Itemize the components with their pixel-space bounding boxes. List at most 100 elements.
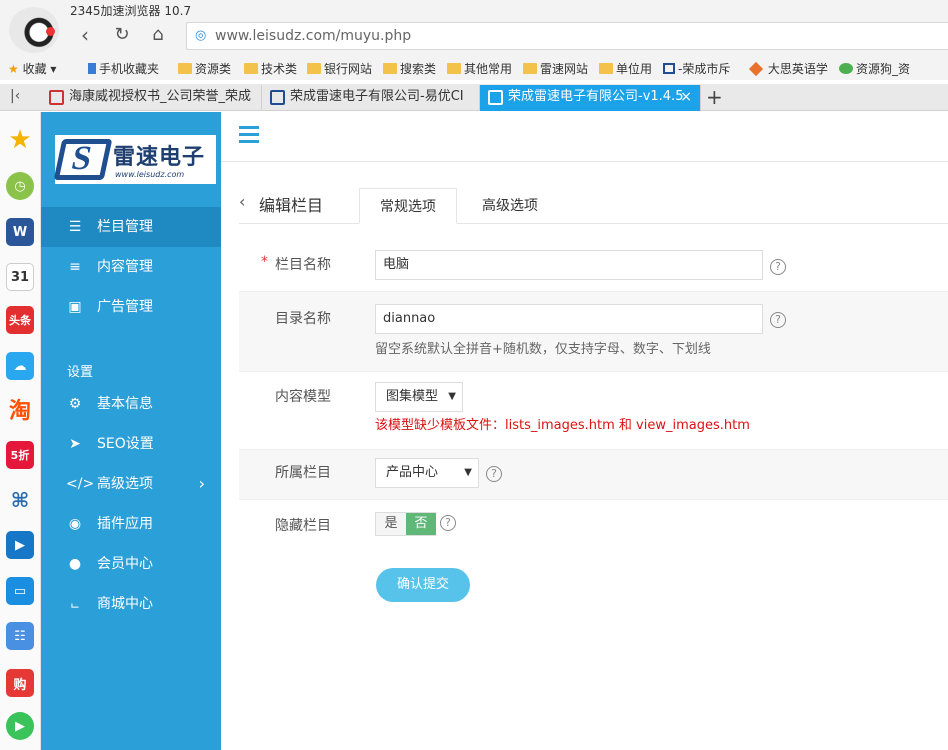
sidebar-item-content[interactable]: ≡ 内容管理: [41, 247, 221, 287]
toggle-no[interactable]: 否: [406, 513, 436, 535]
bookmark-folder[interactable]: 搜索类: [383, 60, 436, 77]
dog-icon: [839, 63, 853, 74]
mobile-icon: [88, 63, 96, 74]
sidebar-item-basic-info[interactable]: ⚙ 基本信息: [41, 384, 221, 424]
tab-active[interactable]: 荣成雷速电子有限公司-v1.4.5 ×: [480, 85, 701, 111]
bookmark-site[interactable]: -荣成市斥: [663, 60, 730, 77]
browser-logo-icon: [9, 7, 59, 53]
sidebar-item-seo[interactable]: ➤ SEO设置: [41, 424, 221, 464]
history-clock-icon[interactable]: ◷: [6, 172, 34, 200]
sidebar-item-shop[interactable]: ⨽ 商城中心: [41, 584, 221, 624]
star-icon: ★: [8, 62, 19, 76]
settings-section-label: 设置: [67, 365, 94, 380]
site-logo-icon: [663, 63, 675, 74]
video-icon[interactable]: ▶: [6, 531, 34, 559]
logo-mark-icon: [53, 139, 113, 180]
model-error-message: 该模型缺少模板文件：lists_images.htm 和 view_images…: [375, 418, 750, 433]
folder-icon: [523, 63, 537, 74]
weather-icon[interactable]: ☁: [6, 352, 34, 380]
help-icon[interactable]: ?: [770, 259, 786, 275]
column-name-input[interactable]: 电脑: [375, 250, 763, 280]
help-icon[interactable]: ?: [770, 312, 786, 328]
bookmark-folder[interactable]: 其他常用: [447, 60, 512, 77]
sitemap-icon: ☰: [68, 219, 82, 235]
directory-hint: 留空系统默认全拼音+随机数，仅支持字母、数字、下划线: [375, 342, 711, 357]
collapse-sidebar-icon[interactable]: |‹: [10, 88, 20, 104]
field-label: 内容模型: [275, 389, 331, 405]
help-icon[interactable]: ?: [440, 515, 456, 531]
sidebar-item-plugins[interactable]: ◉ 插件应用: [41, 504, 221, 544]
browser-titlebar: 2345加速浏览器 10.7 ‹ ↻ ⌂ ◎ www.leisudz.com/m…: [0, 0, 948, 56]
monitor-icon[interactable]: ▭: [6, 577, 34, 605]
tab-general[interactable]: 常规选项: [359, 188, 457, 224]
form-row-hidden: 隐藏栏目 是 否 ?: [239, 500, 948, 548]
form-row-model: 内容模型 图集模型 ▼ 该模型缺少模板文件：lists_images.htm 和…: [239, 372, 948, 450]
required-mark: *: [261, 254, 268, 270]
tab-favicon-icon: [49, 90, 64, 105]
menu-toggle-icon[interactable]: [239, 126, 259, 144]
site-logo[interactable]: 雷速电子 www.leisudz.com: [53, 135, 216, 184]
sidebar-item-advanced[interactable]: </> 高级选项 ›: [41, 464, 221, 504]
bookmark-folder[interactable]: 技术类: [244, 60, 297, 77]
paper-plane-icon: ➤: [69, 436, 81, 452]
content-model-select[interactable]: 图集模型 ▼: [375, 382, 463, 412]
dropdown-caret-icon: ▼: [464, 467, 472, 478]
tab-close-icon[interactable]: ×: [680, 85, 692, 109]
calculator-icon[interactable]: ☷: [6, 622, 34, 650]
field-label: 所属栏目: [275, 465, 331, 481]
bookmark-favorites[interactable]: ★ 收藏 ▾: [8, 60, 56, 77]
bookmark-folder[interactable]: 单位用: [599, 60, 652, 77]
back-chevron-icon[interactable]: ‹: [239, 192, 245, 211]
discount-icon[interactable]: 5折: [6, 441, 34, 469]
dropdown-caret-icon: ▼: [448, 391, 456, 402]
sidebar-item-columns[interactable]: ☰ 栏目管理: [41, 207, 221, 247]
back-button[interactable]: ‹: [74, 24, 96, 46]
bookmark-mobile[interactable]: 手机收藏夹: [88, 60, 159, 77]
address-bar[interactable]: ◎ www.leisudz.com/muyu.php: [186, 22, 948, 50]
list-icon: ≡: [69, 259, 81, 275]
tab-favicon-icon: [488, 90, 503, 105]
parent-column-select[interactable]: 产品中心 ▼: [375, 458, 479, 488]
toggle-yes[interactable]: 是: [376, 513, 406, 535]
tab-divider: [239, 223, 948, 224]
sidebar-item-members[interactable]: ● 会员中心: [41, 544, 221, 584]
help-icon[interactable]: ?: [486, 466, 502, 482]
tab-hikvision[interactable]: 海康威视授权书_公司荣誉_荣成: [41, 85, 262, 111]
folder-icon: [307, 63, 321, 74]
folder-icon: [447, 63, 461, 74]
favorites-star-icon[interactable]: ★: [6, 125, 34, 155]
folder-icon: [599, 63, 613, 74]
bookmark-folder[interactable]: 银行网站: [307, 60, 372, 77]
hidden-toggle[interactable]: 是 否: [375, 512, 436, 536]
image-icon: ▣: [68, 299, 82, 315]
taobao-icon[interactable]: 淘: [6, 395, 34, 424]
tab-eyoucms[interactable]: 荣成雷速电子有限公司-易优CI: [262, 85, 480, 111]
code-icon: </>: [66, 476, 95, 492]
folder-icon: [244, 63, 258, 74]
directory-name-input[interactable]: diannao: [375, 304, 763, 334]
bookmark-folder[interactable]: 雷速网站: [523, 60, 588, 77]
new-tab-button[interactable]: +: [706, 85, 723, 109]
gamepad-icon[interactable]: ⌘: [6, 486, 34, 514]
tab-strip: |‹ 海康威视授权书_公司荣誉_荣成 荣成雷速电子有限公司-易优CI 荣成雷速电…: [0, 84, 948, 111]
refresh-button[interactable]: ↻: [111, 24, 133, 46]
toutiao-icon[interactable]: 头条: [6, 306, 34, 334]
bookmark-site[interactable]: 资源狗_资: [839, 60, 910, 77]
shopping-icon[interactable]: 购: [6, 669, 34, 697]
logo-text: 雷速电子: [113, 144, 206, 170]
page-title: 编辑栏目: [259, 196, 324, 215]
field-label: 目录名称: [275, 311, 331, 327]
bookmarks-bar: ★ 收藏 ▾ 手机收藏夹 资源类 技术类 银行网站 搜索类 其他常用 雷速网站 …: [0, 56, 948, 80]
play-icon[interactable]: ▶: [6, 712, 34, 740]
diamond-icon: [748, 61, 764, 77]
bookmark-folder[interactable]: 资源类: [178, 60, 231, 77]
submit-button[interactable]: 确认提交: [376, 568, 470, 602]
calendar-icon[interactable]: 31: [6, 263, 34, 291]
folder-icon: [383, 63, 397, 74]
field-label: 栏目名称: [275, 257, 331, 273]
home-button[interactable]: ⌂: [147, 24, 169, 46]
word-icon[interactable]: W: [6, 218, 34, 246]
bookmark-site[interactable]: 大思英语学: [748, 60, 828, 77]
sidebar-item-ads[interactable]: ▣ 广告管理: [41, 287, 221, 327]
tab-advanced[interactable]: 高级选项: [461, 188, 559, 224]
